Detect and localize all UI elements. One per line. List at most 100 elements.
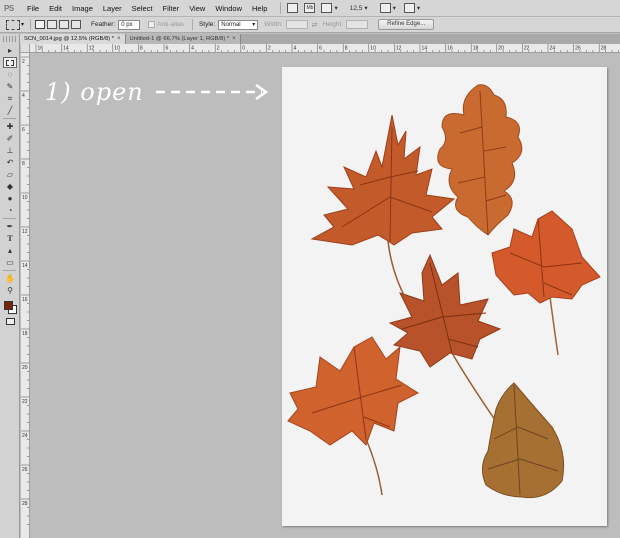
zoom-tool-icon[interactable]: ⚲ bbox=[3, 285, 17, 296]
path-selection-tool-icon[interactable]: ▴ bbox=[3, 245, 17, 256]
move-tool-icon[interactable]: ▸ bbox=[3, 45, 17, 56]
ruler-tick-label: 22 bbox=[22, 399, 28, 405]
document-image[interactable] bbox=[282, 67, 607, 526]
crop-tool-icon[interactable]: ⌗ bbox=[3, 93, 17, 104]
close-icon[interactable]: × bbox=[232, 34, 236, 44]
hand-tool-icon[interactable]: ✋ bbox=[3, 273, 17, 284]
menu-view[interactable]: View bbox=[184, 0, 210, 17]
document-tab-scn-0014[interactable]: SCN_0014.jpg @ 12,5% (RGB/8) * × bbox=[20, 34, 126, 44]
rectangle-tool-icon[interactable]: ▭ bbox=[3, 257, 17, 268]
menu-select[interactable]: Select bbox=[127, 0, 158, 17]
menu-window[interactable]: Window bbox=[210, 0, 247, 17]
style-select[interactable]: Normal ▾ bbox=[218, 19, 259, 30]
quick-selection-tool-icon[interactable]: ✎ bbox=[3, 81, 17, 92]
lasso-tool-icon[interactable]: ◌ bbox=[3, 69, 17, 80]
swap-dimensions-icon[interactable]: ⇄ bbox=[312, 21, 318, 29]
color-swatches bbox=[3, 298, 17, 314]
intersect-selection-icon[interactable] bbox=[71, 20, 82, 29]
tool-preset-picker[interactable] bbox=[6, 19, 20, 30]
options-divider bbox=[30, 19, 32, 30]
menubar-divider bbox=[280, 2, 282, 14]
mini-bridge-icon: Mb bbox=[304, 3, 316, 13]
ruler-tick-label: 4 bbox=[22, 93, 25, 99]
height-input[interactable] bbox=[346, 20, 369, 29]
options-bar: ▾ Feather: 0 px Anti-alias Style: Normal… bbox=[0, 17, 620, 33]
ruler-ticks: 246810121416182022242628 bbox=[21, 56, 29, 525]
style-label: Style: bbox=[198, 21, 216, 28]
autumn-leaves-photo bbox=[287, 84, 601, 499]
tab-label: SCN_0014.jpg @ 12,5% (RGB/8) * bbox=[24, 36, 114, 42]
dodge-tool-icon[interactable]: ◔ bbox=[3, 205, 17, 216]
ruler-ticks: 16 14 12 10 8 6 4 2 0 2 4 6 8 10 12 14 16 18 20 22 24 26 28 bbox=[35, 44, 619, 52]
ruler-origin[interactable] bbox=[21, 44, 30, 53]
ruler-tick-label: 8 bbox=[22, 161, 25, 167]
chevron-down-icon: ▾ bbox=[364, 5, 368, 12]
ruler-tick-label: 4 bbox=[294, 46, 297, 52]
refine-edge-button[interactable]: Refine Edge... bbox=[378, 19, 435, 30]
horizontal-ruler[interactable]: 16 14 12 10 8 6 4 2 0 2 4 6 8 10 12 14 16 18 20 22 24 26 28 bbox=[30, 44, 620, 53]
ruler-tick-label: 18 bbox=[22, 331, 28, 337]
add-to-selection-icon[interactable] bbox=[47, 20, 58, 29]
ruler-tick-label: 8 bbox=[345, 46, 348, 52]
close-icon[interactable]: × bbox=[117, 34, 121, 44]
type-tool-icon[interactable]: T bbox=[3, 233, 17, 244]
style-select-value: Normal bbox=[221, 21, 241, 28]
menu-help[interactable]: Help bbox=[247, 0, 272, 17]
toolbox-divider bbox=[3, 270, 16, 271]
photoshop-window: PS File Edit Image Layer Select Filter V… bbox=[0, 0, 620, 538]
quick-mask-icon[interactable] bbox=[3, 316, 17, 327]
heart-leaf bbox=[482, 382, 565, 499]
brush-tool-icon[interactable]: ✐ bbox=[3, 133, 17, 144]
history-brush-tool-icon[interactable]: ↶ bbox=[3, 157, 17, 168]
menu-file[interactable]: File bbox=[22, 0, 44, 17]
ruler-tick-label: 16 bbox=[22, 297, 28, 303]
subtract-from-selection-icon[interactable] bbox=[59, 20, 70, 29]
width-input[interactable] bbox=[285, 20, 308, 29]
foreground-color-swatch[interactable] bbox=[4, 301, 13, 310]
feather-label: Feather: bbox=[91, 21, 116, 28]
screen-mode-button[interactable]: ▾ bbox=[403, 2, 420, 14]
app-logo: PS bbox=[4, 3, 14, 13]
antialias-checkbox[interactable] bbox=[148, 21, 156, 28]
toolbox-divider bbox=[3, 118, 16, 119]
ruler-tick-label: 20 bbox=[22, 365, 28, 371]
clone-stamp-tool-icon[interactable]: ⊥ bbox=[3, 145, 17, 156]
ruler-tick-label: 2 bbox=[217, 46, 220, 52]
zoom-level-dropdown[interactable]: 12,5 ▾ bbox=[350, 2, 368, 14]
arrange-documents-button[interactable]: ▾ bbox=[379, 2, 396, 14]
ruler-tick-label: 10 bbox=[22, 195, 28, 201]
view-extras-button[interactable]: ▾ bbox=[321, 2, 338, 14]
menu-layer[interactable]: Layer bbox=[98, 0, 127, 17]
paint-bucket-tool-icon[interactable]: ◆ bbox=[3, 181, 17, 192]
bridge-button[interactable] bbox=[287, 2, 299, 14]
toolbox: ▸ ◌ ✎ ⌗ ╱ ✚ ✐ ⊥ ↶ ▱ ◆ ● ◔ ✒ T ▴ ▭ ✋ ⚲ bbox=[0, 34, 20, 538]
marquee-tool-icon[interactable] bbox=[3, 57, 17, 68]
feather-input[interactable]: 0 px bbox=[118, 19, 141, 30]
pen-tool-icon[interactable]: ✒ bbox=[3, 221, 17, 232]
ruler-tick-label: 6 bbox=[22, 127, 25, 133]
menu-edit[interactable]: Edit bbox=[44, 0, 67, 17]
ruler-tick-label: 26 bbox=[22, 467, 28, 473]
chevron-down-icon: ▾ bbox=[334, 5, 338, 12]
blur-tool-icon[interactable]: ● bbox=[3, 193, 17, 204]
ruler-tick-label: 24 bbox=[22, 433, 28, 439]
maple-leaf bbox=[388, 253, 502, 428]
eyedropper-tool-icon[interactable]: ╱ bbox=[3, 105, 17, 116]
document-tab-untitled-1[interactable]: Untitled-1 @ 66,7% (Layer 1, RGB/8) * × bbox=[125, 34, 241, 44]
arrange-documents-icon bbox=[379, 3, 391, 13]
ruler-tick-label: 2 bbox=[22, 59, 25, 65]
ruler-tick-label: 0 bbox=[242, 46, 245, 52]
menu-bar: PS File Edit Image Layer Select Filter V… bbox=[0, 0, 620, 17]
healing-brush-tool-icon[interactable]: ✚ bbox=[3, 121, 17, 132]
toolbox-grip[interactable] bbox=[3, 36, 16, 42]
eraser-tool-icon[interactable]: ▱ bbox=[3, 169, 17, 180]
menu-filter[interactable]: Filter bbox=[158, 0, 185, 17]
document-tab-bar: SCN_0014.jpg @ 12,5% (RGB/8) * × Untitle… bbox=[20, 34, 620, 44]
menu-image[interactable]: Image bbox=[67, 0, 98, 17]
vertical-ruler[interactable]: 2 4 6 8 10 12 14 16 18 20 22 24 26 28 bbox=[21, 53, 30, 538]
new-selection-icon[interactable] bbox=[35, 20, 46, 29]
options-divider bbox=[191, 19, 193, 30]
ruler-tick-label: 8 bbox=[140, 46, 143, 52]
mini-bridge-button[interactable]: Mb bbox=[304, 2, 316, 14]
oak-leaf bbox=[437, 84, 523, 236]
